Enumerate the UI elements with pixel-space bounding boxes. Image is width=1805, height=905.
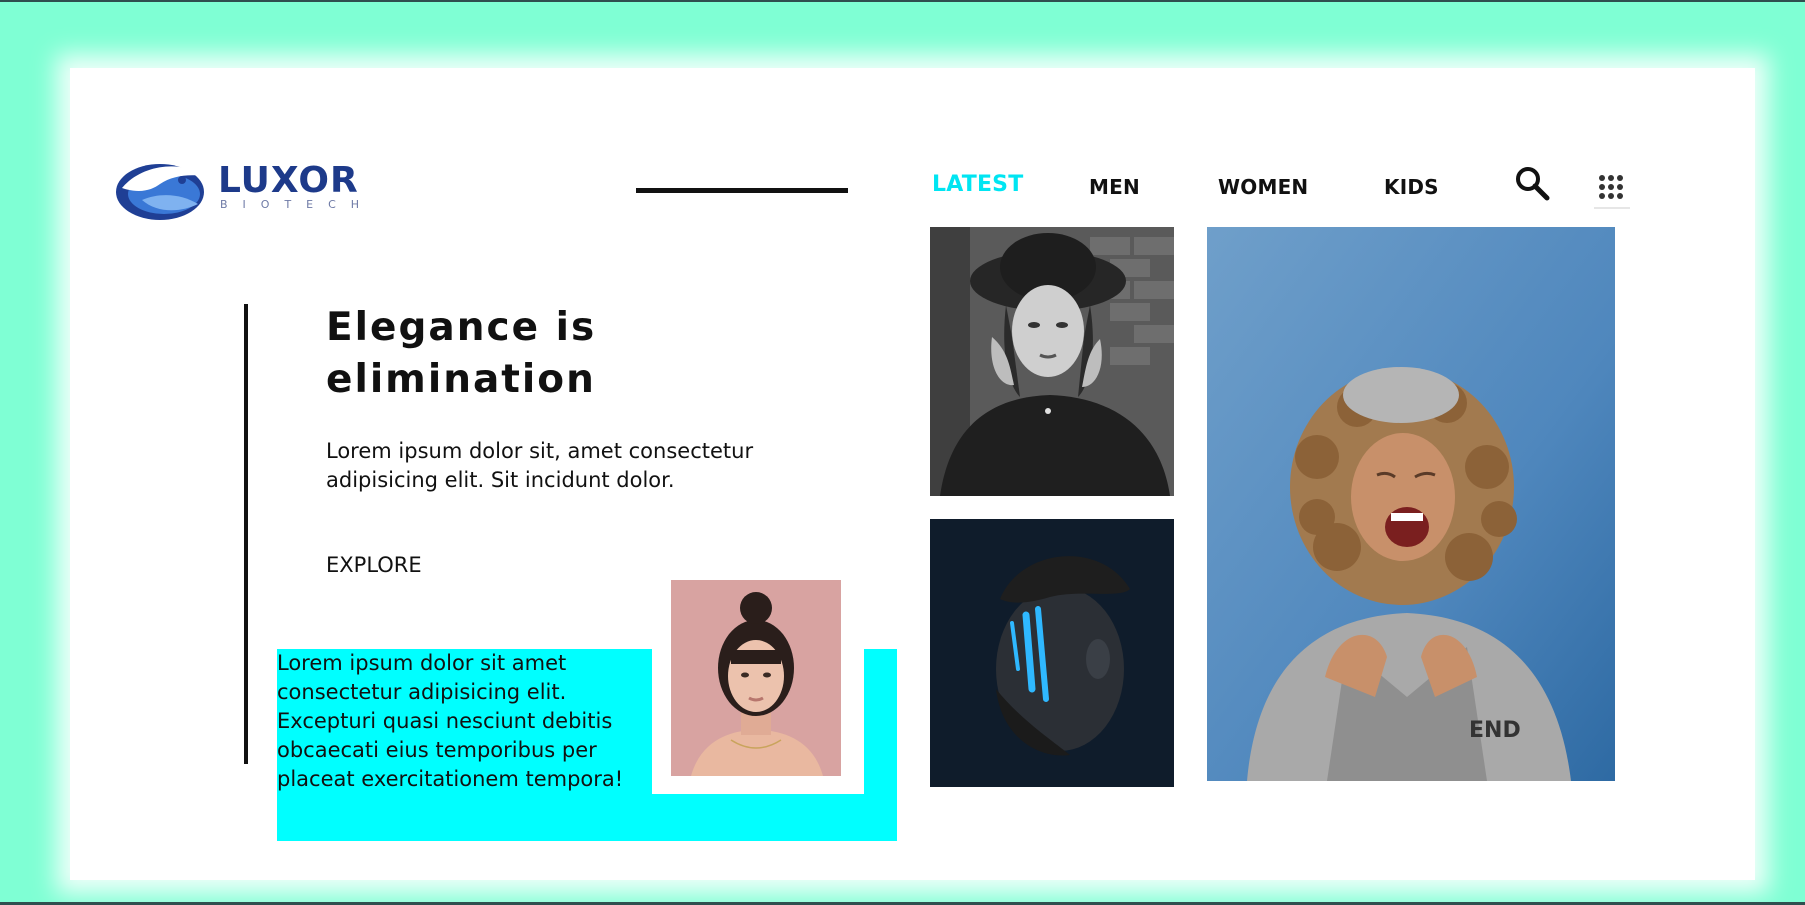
hero-headline-line-1: Elegance is [326,305,597,350]
eagle-logo-icon [116,164,204,220]
hero-accent-bar [244,304,248,764]
nav-item-men[interactable]: MEN [1089,175,1140,199]
laughing-curly-hair-woman-photo[interactable]: END [1207,227,1615,781]
brand-tagline: BIOTECH [220,198,375,211]
hero-subtext: Lorem ipsum dolor sit, amet consectetur … [326,439,754,492]
top-border [0,0,1805,2]
apps-grid-icon[interactable] [1594,170,1630,210]
nav-item-women[interactable]: WOMEN [1218,175,1308,199]
brand-logo[interactable]: LUXOR BIOTECH [112,154,382,224]
feature-panel-base [277,794,897,841]
nav-item-kids[interactable]: KIDS [1384,175,1439,199]
svg-text:END: END [1469,718,1521,743]
nav-item-latest[interactable]: LATEST [932,172,1023,197]
woman-in-hat-bw-photo[interactable] [930,227,1174,496]
man-blue-face-paint-photo[interactable] [930,519,1174,787]
header-divider [636,188,848,193]
search-icon[interactable] [1514,165,1550,201]
hero-headline: Elegance is elimination [326,302,686,406]
explore-link[interactable]: EXPLORE [326,553,422,577]
hero-headline-line-2: elimination [326,357,596,402]
brand-name: LUXOR [218,160,359,201]
woman-pink-background-photo[interactable] [671,580,841,776]
feature-text: Lorem ipsum dolor sit amet consectetur a… [277,651,624,791]
